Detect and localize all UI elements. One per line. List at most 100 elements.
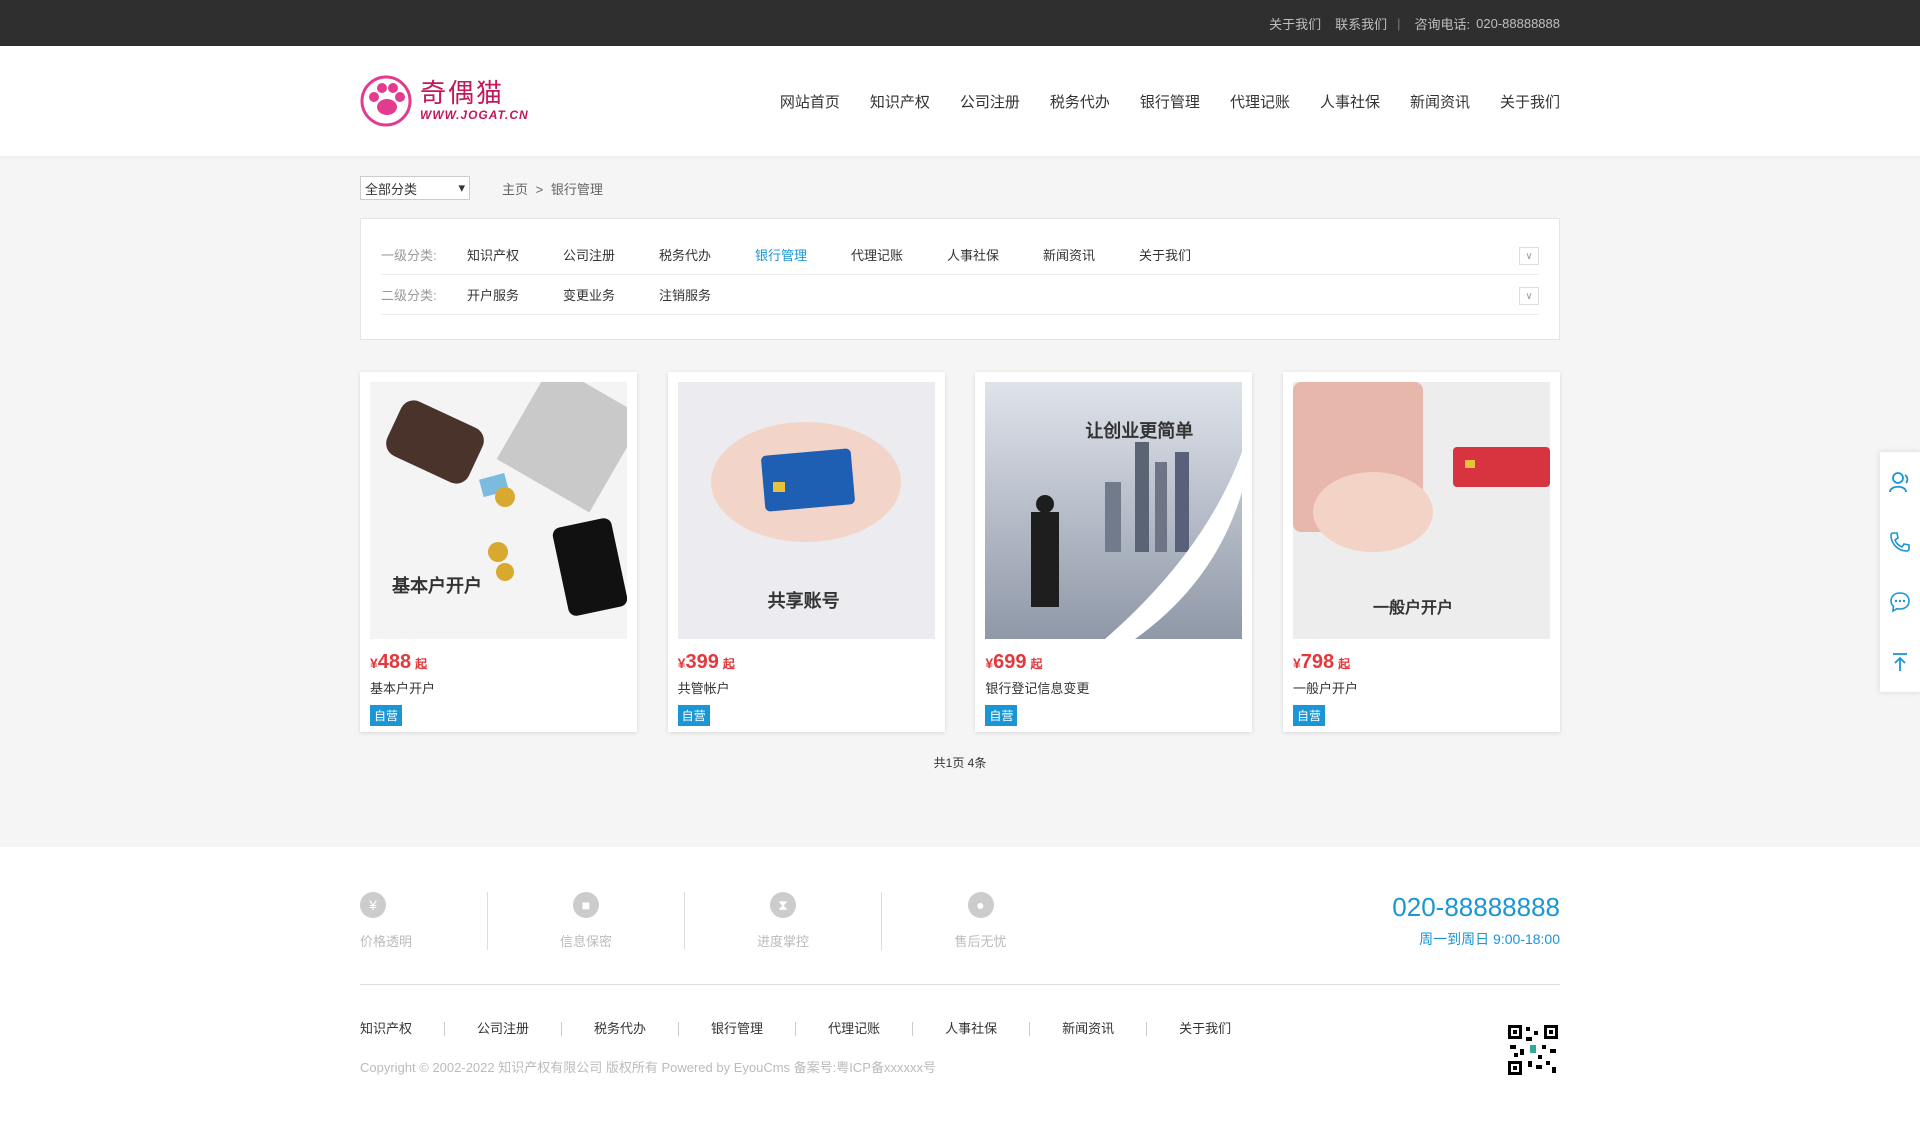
price-value: 399 xyxy=(685,651,719,673)
product-image-caption: 基本户开户 xyxy=(392,576,482,597)
price-suffix: 起 xyxy=(1030,657,1043,671)
lock-icon: ■ xyxy=(573,892,599,918)
product-card[interactable]: 一般户开户 ¥798 起 一般户开户 自营 xyxy=(1282,372,1560,732)
product-image[interactable]: 一般户开户 xyxy=(1292,382,1550,639)
footer-link[interactable]: 公司注册 xyxy=(477,1022,563,1036)
paw-logo-icon xyxy=(360,75,412,127)
pagination-info: 共1页 4条 xyxy=(933,756,987,770)
price-value: 488 xyxy=(377,651,412,673)
customer-service-icon[interactable] xyxy=(1888,470,1912,494)
nav-tax[interactable]: 税务代办 xyxy=(1050,91,1110,112)
feature-label: 进度掌控 xyxy=(756,934,809,949)
product-price: ¥699 起 xyxy=(985,651,1242,674)
footer-contact: 020-88888888 周一到周日 9:00-18:00 xyxy=(1392,892,1560,949)
product-image[interactable]: 基本户开户 xyxy=(370,382,627,639)
main-nav: 网站首页 知识产权 公司注册 税务代办 银行管理 代理记账 人事社保 新闻资讯 … xyxy=(750,91,1560,112)
footer-link[interactable]: 人事社保 xyxy=(945,1022,1031,1036)
top-phone: 020-88888888 xyxy=(1476,15,1560,31)
site-header: 奇偶猫 WWW.JOGAT.CN 网站首页 知识产权 公司注册 税务代办 银行管… xyxy=(0,46,1920,156)
expand-level2-button[interactable]: ∨ xyxy=(1519,287,1539,305)
chat-icon[interactable] xyxy=(1888,590,1912,614)
filter-item-ip[interactable]: 知识产权 xyxy=(467,245,523,264)
nav-bank[interactable]: 银行管理 xyxy=(1140,91,1200,112)
footer-link[interactable]: 代理记账 xyxy=(828,1022,914,1036)
logo-url: WWW.JOGAT.CN xyxy=(420,108,529,122)
logo[interactable]: 奇偶猫 WWW.JOGAT.CN xyxy=(360,75,529,127)
hourglass-icon: ⧗ xyxy=(770,892,796,918)
feature-list: ¥ 价格透明 ■ 信息保密 ⧗ 进度掌控 ● 售后无忧 xyxy=(360,892,1079,950)
filter-item-bank[interactable]: 银行管理 xyxy=(755,245,811,264)
filter-item-about[interactable]: 关于我们 xyxy=(1139,245,1195,264)
top-contact-link[interactable]: 联系我们 xyxy=(1335,14,1387,33)
nav-hr[interactable]: 人事社保 xyxy=(1320,91,1380,112)
product-name[interactable]: 基本户开户 xyxy=(370,678,627,697)
filter-item-news[interactable]: 新闻资讯 xyxy=(1043,245,1099,264)
category-select[interactable]: 全部分类 ▾ xyxy=(360,176,470,200)
breadcrumb: 主页 > 银行管理 xyxy=(502,179,603,198)
filter-item-bookkeeping[interactable]: 代理记账 xyxy=(851,245,907,264)
filter-item-open-account[interactable]: 开户服务 xyxy=(467,285,523,304)
self-operated-badge: 自营 xyxy=(985,705,1018,726)
product-card[interactable]: 基本户开户 ¥488 起 基本户开户 自营 xyxy=(360,372,637,732)
feature-item: ● 售后无忧 xyxy=(882,892,1079,950)
nav-ip[interactable]: 知识产权 xyxy=(870,91,930,112)
filter-panel: 一级分类: 知识产权 公司注册 税务代办 银行管理 代理记账 人事社保 新闻资讯… xyxy=(360,218,1560,340)
product-card[interactable]: 共享账号 ¥399 起 共管帐户 自营 xyxy=(667,372,945,732)
breadcrumb-home[interactable]: 主页 xyxy=(502,182,528,197)
filter-item-cancel[interactable]: 注销服务 xyxy=(659,285,715,304)
footer-divider xyxy=(360,984,1560,985)
footer-link[interactable]: 知识产权 xyxy=(360,1022,446,1036)
footer-links: 知识产权 公司注册 税务代办 银行管理 代理记账 人事社保 新闻资讯 关于我们 xyxy=(360,1022,1295,1036)
footer-link[interactable]: 新闻资讯 xyxy=(1062,1022,1148,1036)
nav-home[interactable]: 网站首页 xyxy=(780,91,840,112)
product-name[interactable]: 共管帐户 xyxy=(678,678,935,697)
footer-phone: 020-88888888 xyxy=(1392,892,1560,922)
top-about-link[interactable]: 关于我们 xyxy=(1269,14,1321,33)
chevron-down-icon: ▾ xyxy=(458,180,465,195)
product-price: ¥798 起 xyxy=(1293,651,1550,674)
back-to-top-icon[interactable] xyxy=(1888,650,1912,674)
support-icon: ● xyxy=(967,892,994,918)
nav-news[interactable]: 新闻资讯 xyxy=(1410,91,1470,112)
filter-item-change[interactable]: 变更业务 xyxy=(563,285,619,304)
price-value: 699 xyxy=(993,651,1027,673)
self-operated-badge: 自营 xyxy=(370,705,403,726)
nav-company-reg[interactable]: 公司注册 xyxy=(960,91,1020,112)
product-image[interactable]: 让创业更简单 xyxy=(985,382,1243,639)
product-price: ¥488 起 xyxy=(370,651,627,674)
self-operated-badge: 自营 xyxy=(677,705,710,726)
product-card[interactable]: 让创业更简单 ¥699 起 银行登记信息变更 自营 xyxy=(975,372,1253,732)
feature-label: 售后无忧 xyxy=(954,934,1007,949)
yen-icon: ¥ xyxy=(360,892,386,918)
main-content: 全部分类 ▾ 主页 > 银行管理 一级分类: 知识产权 公司注册 税务代办 银行… xyxy=(360,175,1560,771)
footer-hours: 周一到周日 9:00-18:00 xyxy=(1419,931,1560,947)
footer-link[interactable]: 关于我们 xyxy=(1179,1022,1263,1036)
price-value: 798 xyxy=(1300,651,1335,673)
product-name[interactable]: 银行登记信息变更 xyxy=(985,678,1242,697)
chevron-down-icon: ∨ xyxy=(1525,250,1533,262)
product-image-caption: 共享账号 xyxy=(767,591,840,612)
self-operated-badge: 自营 xyxy=(1292,705,1325,726)
filter-item-tax[interactable]: 税务代办 xyxy=(659,245,715,264)
filter-item-company-reg[interactable]: 公司注册 xyxy=(563,245,619,264)
filter-row-level2: 二级分类: 开户服务 变更业务 注销服务 ∨ xyxy=(381,275,1539,315)
product-price: ¥399 起 xyxy=(678,651,935,674)
nav-bookkeeping[interactable]: 代理记账 xyxy=(1230,91,1290,112)
side-float-bar xyxy=(1880,452,1920,692)
footer-link[interactable]: 税务代办 xyxy=(594,1022,680,1036)
breadcrumb-sep: > xyxy=(535,181,544,197)
copyright: Copyright © 2002-2022 知识产权有限公司 版权所有 Powe… xyxy=(360,1060,936,1075)
product-image-caption: 一般户开户 xyxy=(1372,598,1453,617)
feature-item: ⧗ 进度掌控 xyxy=(685,892,882,950)
breadcrumb-current[interactable]: 银行管理 xyxy=(551,182,603,197)
phone-icon[interactable] xyxy=(1888,530,1912,554)
product-image-caption: 让创业更简单 xyxy=(1085,421,1194,442)
nav-about[interactable]: 关于我们 xyxy=(1500,91,1560,112)
product-image[interactable]: 共享账号 xyxy=(677,382,935,639)
filter-item-hr[interactable]: 人事社保 xyxy=(947,245,1003,264)
wallet-laptop-illustration xyxy=(386,382,627,616)
footer-link[interactable]: 银行管理 xyxy=(711,1022,797,1036)
expand-level1-button[interactable]: ∨ xyxy=(1519,247,1539,265)
category-select-value: 全部分类 xyxy=(365,181,418,197)
product-name[interactable]: 一般户开户 xyxy=(1293,678,1550,697)
